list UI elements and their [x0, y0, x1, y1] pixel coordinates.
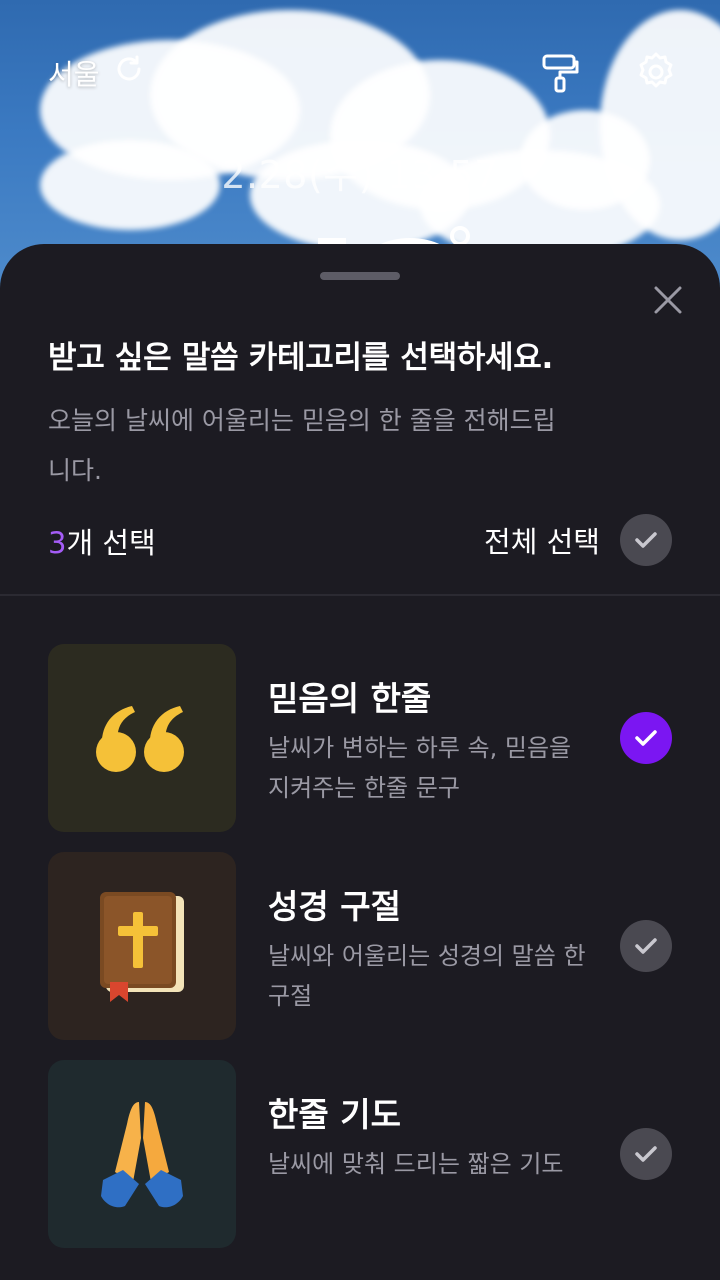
select-all-toggle[interactable]: 전체 선택	[484, 514, 672, 566]
category-item-short-prayer[interactable]: 한줄 기도 날씨에 맞춰 드리는 짧은 기도	[48, 1060, 672, 1248]
sheet-subtitle: 오늘의 날씨에 어울리는 믿음의 한 줄을 전해드립니다.	[48, 406, 556, 485]
category-title: 성경 구절	[268, 887, 401, 926]
city-name: 서울	[48, 57, 100, 91]
praying-hands-icon	[48, 1060, 236, 1248]
category-title: 한줄 기도	[268, 1095, 401, 1134]
category-description: 날씨가 변하는 하루 속, 믿음을 지켜주는 한줄 문구	[268, 734, 572, 802]
category-description: 날씨와 어울리는 성경의 말씀 한 구절	[268, 942, 586, 1010]
selected-count-suffix: 개 선택	[66, 526, 156, 560]
settings-gear-icon[interactable]	[632, 48, 680, 96]
quote-icon	[48, 644, 236, 832]
close-icon[interactable]	[644, 276, 692, 324]
current-datetime: 2.28(수) 13:57	[221, 153, 499, 197]
refresh-icon[interactable]	[112, 52, 146, 93]
section-divider	[0, 594, 720, 596]
category-title: 믿음의 한줄	[268, 679, 432, 718]
bible-icon	[48, 852, 236, 1040]
category-checkbox-checked[interactable]	[620, 712, 672, 764]
sheet-title: 받고 싶은 말씀 카테고리를 선택하세요.	[48, 340, 553, 376]
check-icon	[635, 532, 657, 548]
theme-paint-roller-icon[interactable]	[536, 48, 584, 96]
category-checkbox-unchecked[interactable]	[620, 1128, 672, 1180]
category-item-bible-verse[interactable]: 성경 구절 날씨와 어울리는 성경의 말씀 한 구절	[48, 852, 672, 1040]
selected-count: 3개 선택	[48, 520, 156, 562]
category-description: 날씨에 맞춰 드리는 짧은 기도	[268, 1150, 564, 1178]
selected-count-number: 3	[48, 526, 67, 560]
select-all-label: 전체 선택	[484, 525, 600, 559]
select-all-checkbox[interactable]	[620, 514, 672, 566]
top-bar: 서울 2.28(수) 13:57	[0, 0, 720, 197]
sheet-drag-handle[interactable]	[320, 272, 400, 280]
check-icon	[635, 938, 657, 954]
check-icon	[635, 1146, 657, 1162]
category-checkbox-unchecked[interactable]	[620, 920, 672, 972]
category-item-faith-line[interactable]: 믿음의 한줄 날씨가 변하는 하루 속, 믿음을 지켜주는 한줄 문구	[48, 644, 672, 832]
check-icon	[635, 730, 657, 746]
category-bottom-sheet: 받고 싶은 말씀 카테고리를 선택하세요. 오늘의 날씨에 어울리는 믿음의 한…	[0, 244, 720, 1280]
location-button[interactable]: 서울	[48, 52, 146, 93]
